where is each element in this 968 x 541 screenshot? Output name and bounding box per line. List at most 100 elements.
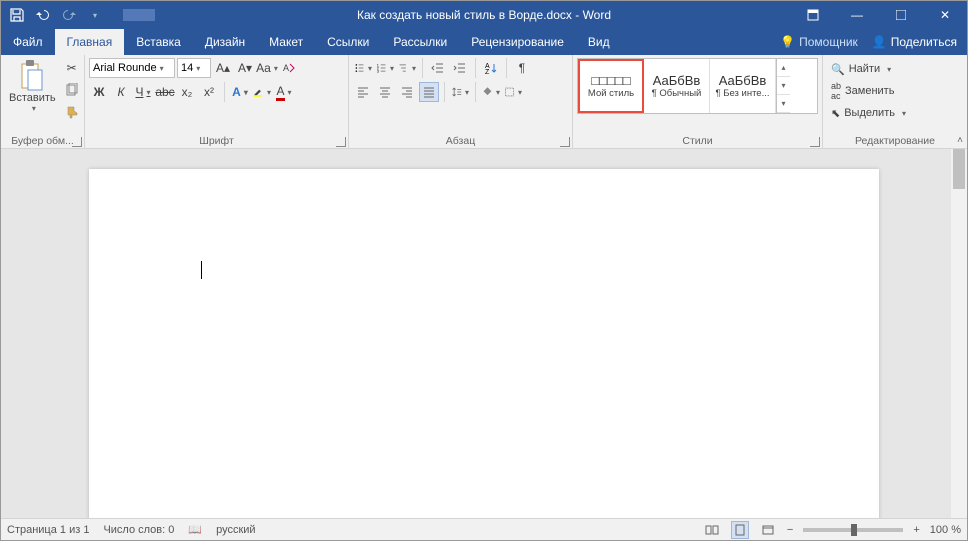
justify-icon[interactable]	[419, 82, 439, 102]
tab-review[interactable]: Рецензирование	[459, 29, 576, 55]
style-my-style[interactable]: □□□□□ Мой стиль	[578, 59, 644, 113]
paste-icon	[18, 60, 46, 92]
align-center-icon[interactable]	[375, 82, 395, 102]
scroll-thumb[interactable]	[953, 149, 965, 189]
launcher-icon[interactable]	[72, 137, 82, 147]
status-page[interactable]: Страница 1 из 1	[7, 524, 89, 536]
qat-dropdown-icon[interactable]: ▾	[87, 7, 103, 23]
line-spacing-icon[interactable]: ▾	[450, 82, 470, 102]
styles-more-icon[interactable]: ▾	[777, 95, 790, 113]
status-words[interactable]: Число слов: 0	[103, 524, 174, 536]
tab-design[interactable]: Дизайн	[193, 29, 257, 55]
spellcheck-icon[interactable]: 📖	[188, 523, 202, 536]
bullets-icon[interactable]: ▾	[353, 58, 373, 78]
copy-icon[interactable]	[62, 80, 82, 100]
tab-layout[interactable]: Макет	[257, 29, 315, 55]
align-left-icon[interactable]	[353, 82, 373, 102]
close-icon[interactable]: ✕	[923, 1, 967, 29]
tab-references[interactable]: Ссылки	[315, 29, 381, 55]
highlight-icon[interactable]: ▾	[252, 82, 272, 102]
select-button[interactable]: ⬉Выделить▾	[827, 102, 963, 124]
clear-formatting-icon[interactable]: A	[279, 58, 299, 78]
tab-mailings[interactable]: Рассылки	[381, 29, 459, 55]
decrease-indent-icon[interactable]	[428, 58, 448, 78]
show-marks-icon[interactable]: ¶	[512, 58, 532, 78]
zoom-out-icon[interactable]: −	[787, 524, 793, 536]
bulb-icon: 💡	[780, 35, 795, 49]
redo-icon[interactable]	[61, 7, 77, 23]
ribbon: Вставить ▾ ✂ Буфер обм... Arial Rounde▾ …	[1, 55, 967, 149]
print-layout-icon[interactable]	[731, 521, 749, 539]
style-normal[interactable]: АаБбВв ¶ Обычный	[644, 59, 710, 113]
tab-insert[interactable]: Вставка	[124, 29, 193, 55]
undo-icon[interactable]	[35, 7, 51, 23]
read-mode-icon[interactable]	[703, 521, 721, 539]
vertical-scrollbar[interactable]	[951, 149, 967, 518]
group-paragraph: ▾ 123▾ ▾ AZ ¶ ▾ ▾ ▾ Абзац	[349, 55, 573, 148]
tab-view[interactable]: Вид	[576, 29, 622, 55]
svg-text:3: 3	[377, 69, 379, 74]
align-right-icon[interactable]	[397, 82, 417, 102]
share-icon: 👤	[872, 35, 887, 49]
zoom-level[interactable]: 100 %	[930, 524, 961, 536]
maximize-icon[interactable]	[879, 1, 923, 29]
styles-gallery: □□□□□ Мой стиль АаБбВв ¶ Обычный АаБбВв …	[577, 58, 818, 114]
document-area[interactable]	[1, 149, 967, 518]
numbering-icon[interactable]: 123▾	[375, 58, 395, 78]
styles-down-icon[interactable]: ▾	[777, 77, 790, 95]
ribbon-options-icon[interactable]	[791, 1, 835, 29]
grow-font-icon[interactable]: A▴	[213, 58, 233, 78]
window-controls: — ✕	[791, 1, 967, 29]
launcher-icon[interactable]	[336, 137, 346, 147]
text-cursor	[201, 261, 202, 279]
borders-icon[interactable]: ▾	[503, 82, 523, 102]
web-layout-icon[interactable]	[759, 521, 777, 539]
font-name-combo[interactable]: Arial Rounde▾	[89, 58, 175, 78]
tell-me[interactable]: 💡Помощник	[780, 35, 858, 49]
bold-button[interactable]: Ж	[89, 82, 109, 102]
svg-text:A: A	[283, 63, 289, 73]
launcher-icon[interactable]	[810, 137, 820, 147]
page[interactable]	[89, 169, 879, 518]
ribbon-tabs: Файл Главная Вставка Дизайн Макет Ссылки…	[1, 29, 967, 55]
increase-indent-icon[interactable]	[450, 58, 470, 78]
multilevel-list-icon[interactable]: ▾	[397, 58, 417, 78]
status-language[interactable]: русский	[216, 524, 255, 536]
font-size-combo[interactable]: 14▾	[177, 58, 211, 78]
styles-up-icon[interactable]: ▴	[777, 59, 790, 77]
replace-button[interactable]: abacЗаменить	[827, 80, 963, 102]
find-button[interactable]: 🔍Найти▾	[827, 58, 963, 80]
share-button[interactable]: 👤Поделиться	[872, 35, 957, 49]
chevron-down-icon: ▾	[32, 104, 36, 113]
minimize-icon[interactable]: —	[835, 1, 879, 29]
font-color-icon[interactable]: A▾	[274, 82, 294, 102]
change-case-icon[interactable]: Aa▾	[257, 58, 277, 78]
zoom-in-icon[interactable]: +	[913, 524, 919, 536]
subscript-button[interactable]: x₂	[177, 82, 197, 102]
save-icon[interactable]	[9, 7, 25, 23]
format-painter-icon[interactable]	[62, 102, 82, 122]
shrink-font-icon[interactable]: A▾	[235, 58, 255, 78]
style-no-spacing[interactable]: АаБбВв ¶ Без инте...	[710, 59, 776, 113]
sort-icon[interactable]: AZ	[481, 58, 501, 78]
tab-home[interactable]: Главная	[55, 29, 125, 55]
strike-button[interactable]: abc	[155, 82, 175, 102]
text-effects-icon[interactable]: A▾	[230, 82, 250, 102]
shading-icon[interactable]: ▾	[481, 82, 501, 102]
collapse-ribbon-icon[interactable]: ˄	[957, 135, 963, 146]
cut-icon[interactable]: ✂	[62, 58, 82, 78]
paste-button[interactable]: Вставить ▾	[5, 58, 60, 115]
svg-text:Z: Z	[485, 69, 490, 75]
styles-scroll: ▴ ▾ ▾	[776, 59, 790, 113]
zoom-handle[interactable]	[851, 524, 857, 536]
italic-button[interactable]: К	[111, 82, 131, 102]
launcher-icon[interactable]	[560, 137, 570, 147]
superscript-button[interactable]: x²	[199, 82, 219, 102]
underline-button[interactable]: Ч▾	[133, 82, 153, 102]
zoom-slider[interactable]	[803, 528, 903, 532]
group-styles: □□□□□ Мой стиль АаБбВв ¶ Обычный АаБбВв …	[573, 55, 823, 148]
group-font: Arial Rounde▾ 14▾ A▴ A▾ Aa▾ A Ж К Ч▾ abc…	[85, 55, 349, 148]
select-icon: ⬉	[831, 107, 840, 120]
group-editing: 🔍Найти▾ abacЗаменить ⬉Выделить▾ Редактир…	[823, 55, 967, 148]
tab-file[interactable]: Файл	[1, 29, 55, 55]
